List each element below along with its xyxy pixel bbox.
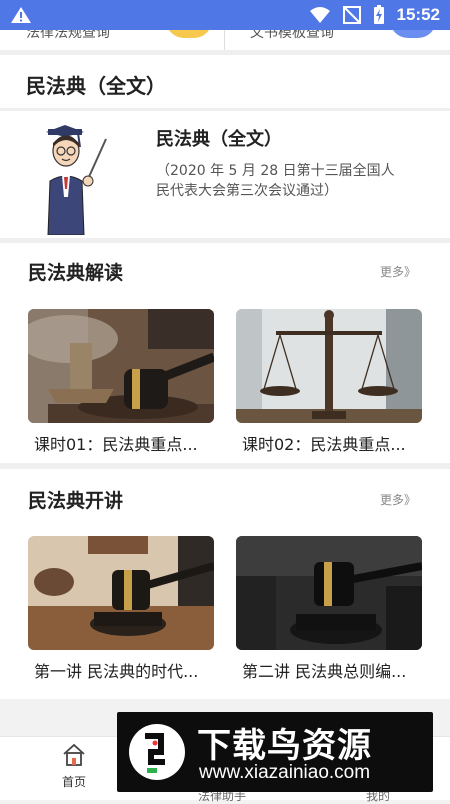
- course-card[interactable]: 课时02：民法典重点...: [236, 309, 422, 459]
- lecture-caption: 第一讲 民法典的时代...: [34, 662, 199, 681]
- section-title: 民法典（全文）: [26, 74, 166, 98]
- warning-icon: [11, 7, 31, 23]
- section-title: 民法典开讲: [28, 490, 124, 512]
- fulltext-title: 民法典（全文）: [156, 129, 282, 150]
- lecture-caption: 第二讲 民法典总则编...: [242, 662, 407, 681]
- course-caption: 课时01：民法典重点...: [34, 435, 198, 454]
- fulltext-header: 民法典（全文）: [0, 55, 450, 108]
- gavel-image: [236, 536, 422, 650]
- bird-logo-icon: [129, 724, 185, 780]
- course-caption: 课时02：民法典重点...: [242, 435, 406, 454]
- lecture-section: 民法典开讲 更多》 第一讲 民法典的时代... 第二讲 民法典总则编...: [0, 469, 450, 699]
- battery-charging-icon: [373, 5, 384, 24]
- nav-home-tab[interactable]: 首页: [52, 743, 96, 790]
- home-icon: [63, 743, 85, 766]
- gavel-image: [28, 309, 214, 423]
- more-link[interactable]: 更多》: [380, 491, 416, 508]
- status-time: 15:52: [396, 5, 440, 24]
- gavel-image: [28, 536, 214, 650]
- no-signal-icon: [342, 6, 361, 24]
- law-query-button[interactable]: [166, 30, 212, 38]
- section-title: 民法典解读: [28, 262, 124, 284]
- wifi-icon: [309, 7, 330, 23]
- course-card[interactable]: 课时01：民法典重点...: [28, 309, 214, 459]
- scales-image: [236, 309, 422, 423]
- nav-home-label: 首页: [61, 775, 86, 789]
- query-shortcuts: 法律法规查询 文书模板查询: [0, 30, 450, 50]
- divider: [224, 30, 225, 50]
- law-query-shortcut[interactable]: 法律法规查询: [26, 30, 110, 42]
- status-bar: 15:52: [0, 0, 450, 30]
- more-link[interactable]: 更多》: [380, 263, 416, 280]
- watermark: 下载鸟资源 www.xiazainiao.com: [117, 712, 433, 792]
- watermark-url: www.xiazainiao.com: [199, 762, 371, 783]
- teacher-illustration: [46, 125, 107, 235]
- fulltext-description: （2020 年 5 月 28 日第十三届全国人民代表大会第三次会议通过）: [156, 163, 395, 199]
- lecture-card[interactable]: 第二讲 民法典总则编...: [236, 536, 422, 686]
- fulltext-card[interactable]: 民法典（全文） （2020 年 5 月 28 日第十三届全国人民代表大会第三次会…: [0, 111, 450, 238]
- template-query-button[interactable]: [390, 30, 436, 38]
- lecture-card[interactable]: 第一讲 民法典的时代...: [28, 536, 214, 686]
- interpret-section: 民法典解读 更多》 课时01：民法典重点... 课时02：民法典重点...: [0, 243, 450, 463]
- template-query-shortcut[interactable]: 文书模板查询: [250, 30, 334, 42]
- watermark-brand: 下载鸟资源: [197, 726, 372, 766]
